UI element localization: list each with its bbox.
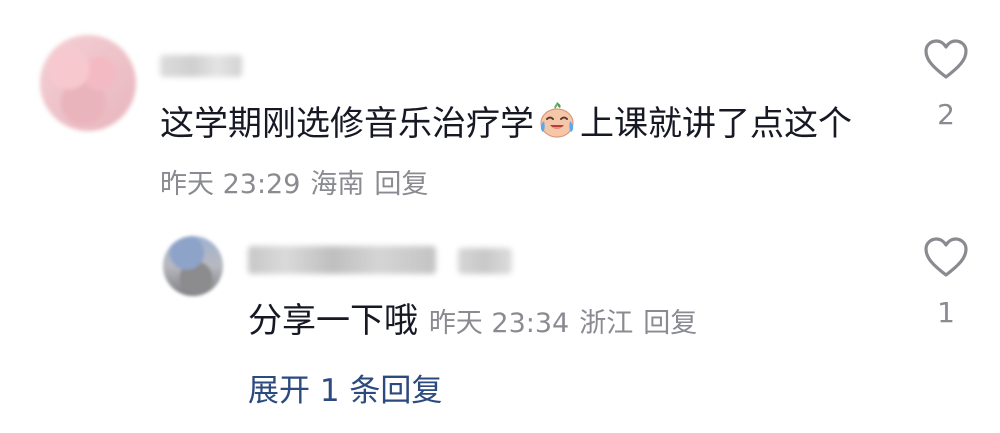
- reply-button[interactable]: 回复: [374, 169, 428, 200]
- reply-reply-button[interactable]: 回复: [643, 308, 697, 339]
- like-button[interactable]: 2: [916, 38, 976, 131]
- reply-username-tag: [458, 248, 512, 274]
- reply-text: 分享一下哦: [248, 301, 418, 341]
- expand-replies-button[interactable]: 展开 1 条回复: [248, 365, 442, 410]
- reply-time: 昨天 23:34: [428, 308, 570, 339]
- avatar[interactable]: [40, 35, 136, 131]
- comment-meta: 昨天 23:29 海南 回复: [160, 169, 438, 200]
- like-count: 2: [937, 98, 955, 131]
- crying-laughing-face-icon: [540, 102, 574, 138]
- comment-text-part2: 上课就讲了点这个: [580, 104, 852, 144]
- comment-location: 海南: [310, 169, 365, 200]
- reply-body: 分享一下哦 昨天 23:34 浙江 回复: [248, 292, 707, 353]
- reply-like-count: 1: [937, 296, 955, 329]
- username[interactable]: [160, 55, 242, 77]
- comment-time: 昨天 23:29: [160, 169, 301, 200]
- reply-meta: 昨天 23:34 浙江 回复: [429, 308, 707, 339]
- reply-avatar[interactable]: [163, 236, 223, 296]
- reply-username[interactable]: [248, 246, 436, 274]
- heart-icon[interactable]: [923, 38, 969, 80]
- reply-like-button[interactable]: 1: [916, 236, 976, 329]
- reply-location: 浙江: [579, 308, 634, 339]
- heart-icon[interactable]: [923, 236, 969, 278]
- comment-text-part1: 这学期刚选修音乐治疗学: [160, 104, 534, 144]
- comment-body: 这学期刚选修音乐治疗学 上课就讲了点这个 昨天 23:29 海南 回复: [160, 95, 880, 214]
